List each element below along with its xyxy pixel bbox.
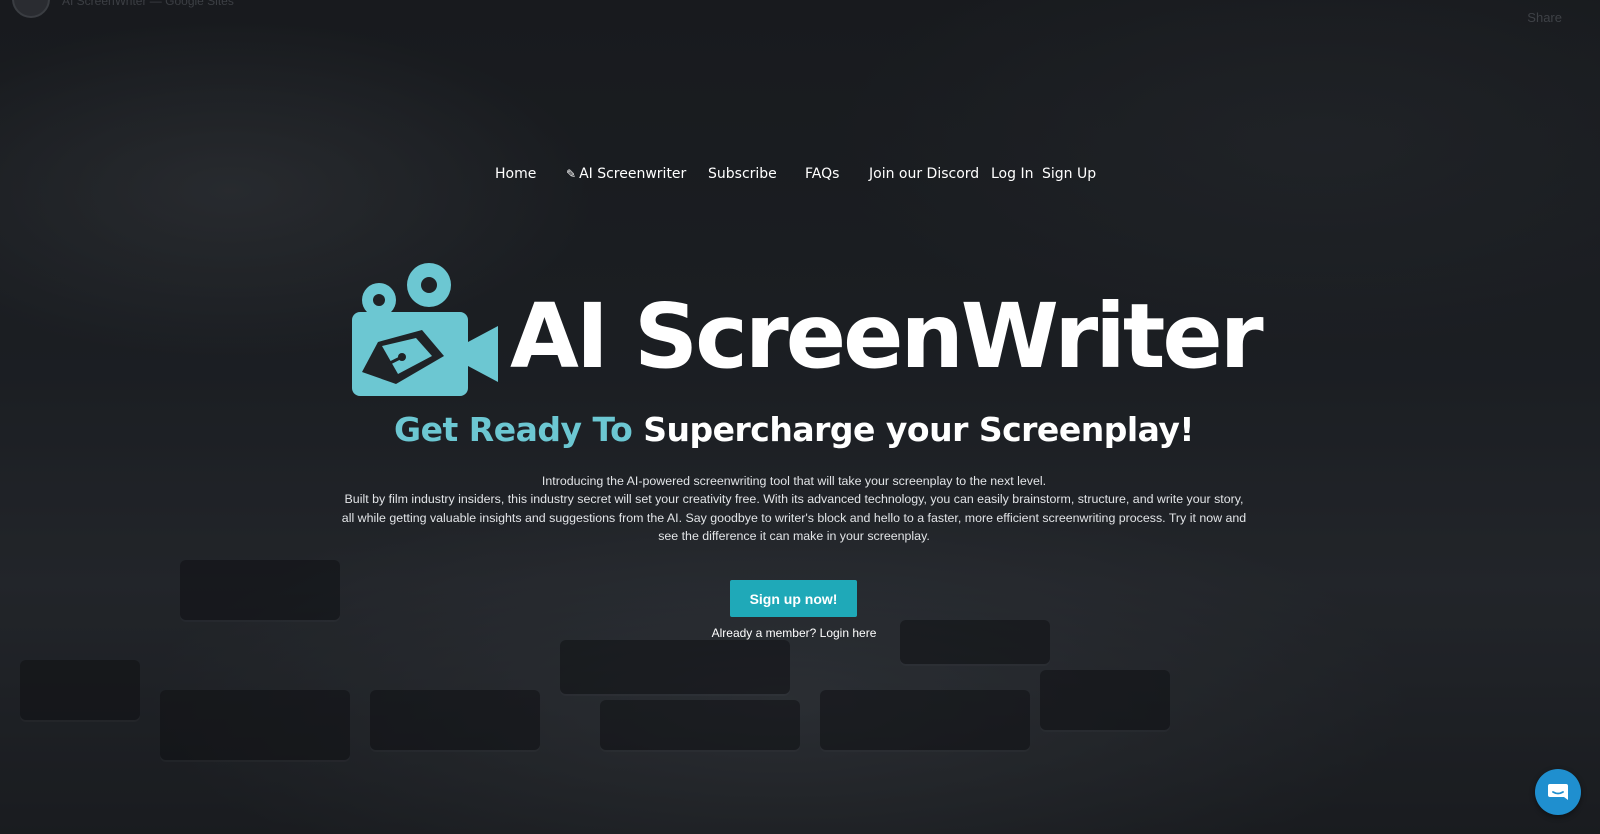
nav-item-home[interactable]: Home xyxy=(495,166,536,182)
hero-intro: Introducing the AI-powered screenwriting… xyxy=(340,472,1248,545)
brand-wordmark: AI ScreenWriter xyxy=(510,284,1264,388)
headline-accent: Get Ready To xyxy=(394,410,633,449)
nav-item-join-discord[interactable]: Join our Discord xyxy=(869,166,979,182)
movie-camera-pen-icon xyxy=(352,263,498,396)
pencil-icon: ✎ xyxy=(566,167,577,181)
share-button[interactable]: Share xyxy=(1527,10,1562,25)
nav-item-sign-up[interactable]: Sign Up xyxy=(1042,166,1096,182)
headline-rest: Supercharge your Screenplay! xyxy=(643,410,1194,449)
nav-item-log-in[interactable]: Log In xyxy=(991,166,1033,182)
intro-line-2: Built by film industry insiders, this in… xyxy=(341,492,1247,543)
chat-bubble-icon xyxy=(1548,784,1568,800)
member-login-link[interactable]: Already a member? Login here xyxy=(0,626,1588,640)
main-nav: Home ✎ AI Screenwriter Subscribe FAQs Joi… xyxy=(0,163,1600,187)
nav-item-subscribe[interactable]: Subscribe xyxy=(708,166,777,182)
nav-item-label: AI Screenwriter xyxy=(579,166,687,182)
chat-launcher-button[interactable] xyxy=(1535,769,1581,815)
site-title: AI ScreenWriter — Google Sites xyxy=(62,0,234,8)
nav-item-ai-screenwriter[interactable]: ✎ AI Screenwriter xyxy=(566,166,686,182)
site-avatar xyxy=(12,0,50,18)
intro-line-1: Introducing the AI-powered screenwriting… xyxy=(541,474,1047,488)
site-top-bar: AI ScreenWriter — Google Sites Share xyxy=(0,0,1600,25)
hero-headline: Get Ready To Supercharge your Screenplay… xyxy=(0,410,1588,449)
brand-logo: AI ScreenWriter xyxy=(352,260,1264,396)
sign-up-now-button[interactable]: Sign up now! xyxy=(730,580,857,617)
nav-item-faqs[interactable]: FAQs xyxy=(805,166,839,182)
